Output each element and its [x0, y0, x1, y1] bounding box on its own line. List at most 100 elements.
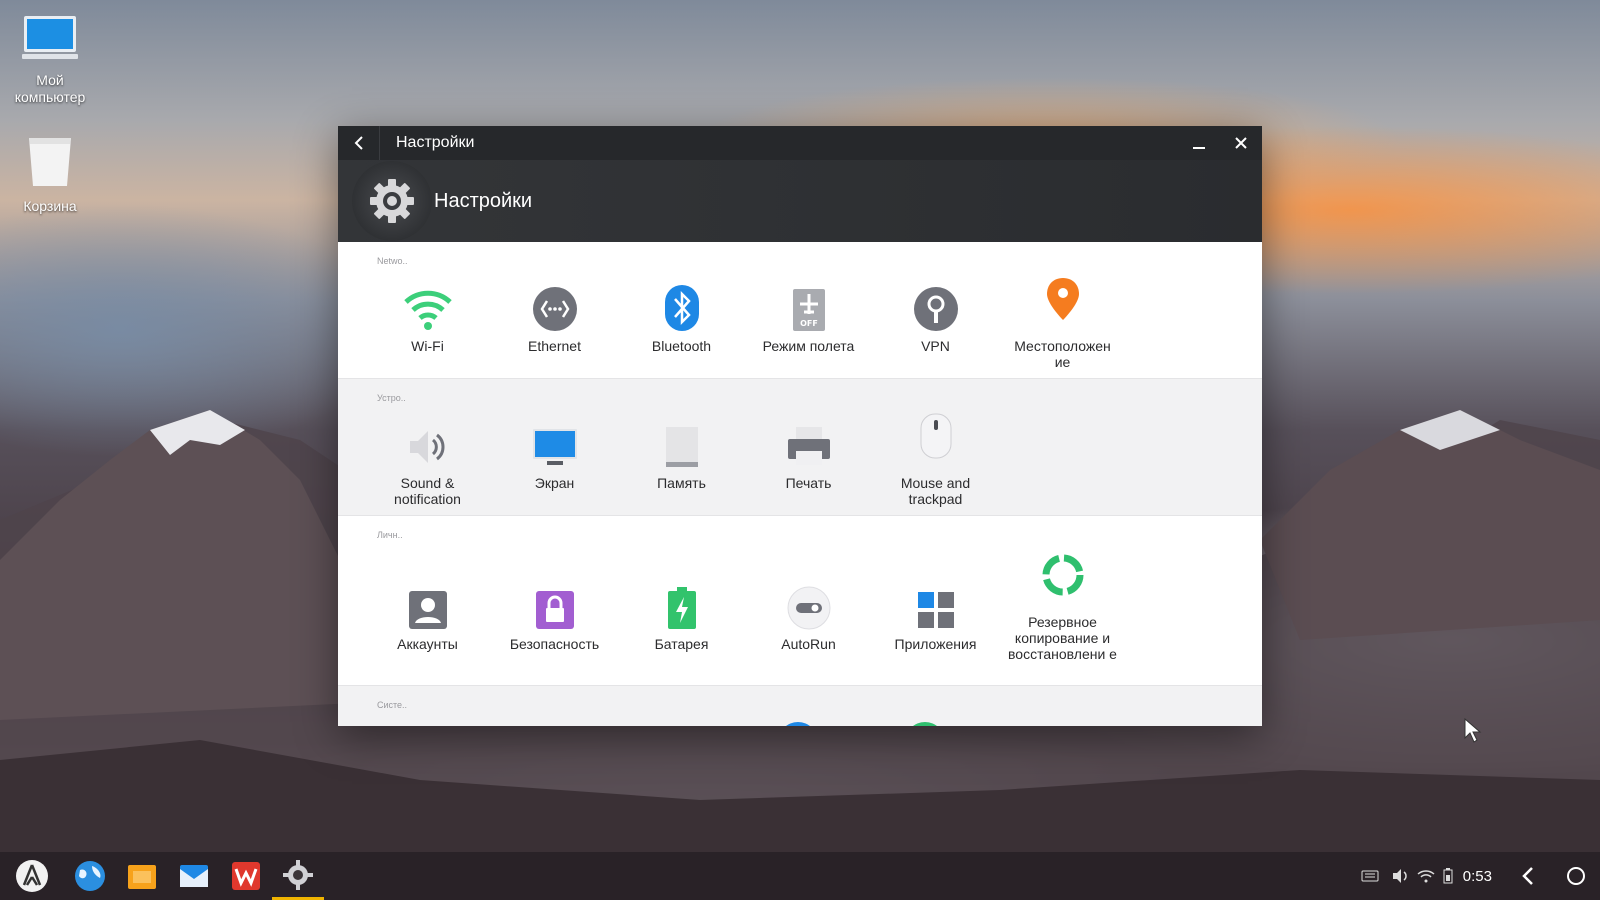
- setting-airplane-mode[interactable]: OFF Режим полета: [745, 276, 872, 370]
- section-system: Систе..: [338, 686, 1262, 726]
- setting-bluetooth[interactable]: Bluetooth: [618, 276, 745, 370]
- setting-vpn[interactable]: VPN: [872, 276, 999, 370]
- setting-security[interactable]: Безопасность: [491, 552, 618, 662]
- section-label: Систе..: [377, 700, 408, 710]
- wifi-status-icon[interactable]: [1413, 852, 1439, 900]
- section-label: Личн..: [377, 530, 403, 540]
- taskbar-file-manager[interactable]: [116, 852, 168, 900]
- setting-label: Режим полета: [762, 338, 855, 354]
- setting-sound[interactable]: Sound & notification: [364, 413, 491, 507]
- setting-storage[interactable]: Память: [618, 413, 745, 507]
- trash-bin-icon: [0, 132, 100, 192]
- setting-label: Местоположен ие: [1014, 338, 1111, 370]
- setting-label: Bluetooth: [651, 338, 712, 354]
- setting-label: Mouse and trackpad: [900, 475, 971, 507]
- monitor-icon: [527, 413, 583, 469]
- browser-globe-icon: [75, 861, 105, 891]
- start-menu-button[interactable]: [0, 852, 64, 900]
- mail-icon: [180, 865, 208, 887]
- account-icon: [400, 574, 456, 630]
- clock[interactable]: 0:53: [1463, 868, 1492, 885]
- setting-label: AutoRun: [781, 636, 836, 652]
- taskbar-wps-office[interactable]: [220, 852, 272, 900]
- setting-label: Ethernet: [528, 338, 581, 354]
- desktop-icon-trash[interactable]: Корзина: [0, 132, 100, 215]
- setting-mouse[interactable]: Mouse and trackpad: [872, 413, 999, 507]
- start-menu-icon: [16, 860, 48, 892]
- settings-window: Настройки Настройки Netwo.. Wi-Fi Ethern…: [338, 126, 1262, 726]
- setting-label: Аккаунты: [397, 636, 458, 652]
- setting-battery[interactable]: Батарея: [618, 552, 745, 662]
- window-title: Настройки: [396, 134, 475, 151]
- system-item-partial-icon: [905, 722, 945, 726]
- settings-header-title: Настройки: [434, 189, 533, 212]
- desktop-icon-my-computer[interactable]: Мой компьютер: [0, 14, 100, 106]
- setting-autorun[interactable]: AutoRun: [745, 552, 872, 662]
- toggle-icon: [781, 574, 837, 630]
- storage-icon: [654, 413, 710, 469]
- settings-gear-icon: [352, 161, 432, 241]
- nav-back-button[interactable]: [1504, 852, 1552, 900]
- chevron-left-icon: [354, 136, 363, 150]
- svg-text:OFF: OFF: [800, 319, 818, 328]
- setting-accounts[interactable]: Аккаунты: [364, 552, 491, 662]
- setting-apps[interactable]: Приложения: [872, 552, 999, 662]
- home-circle-icon: [1567, 867, 1585, 885]
- setting-label: Резервное копирование и восстановлени е: [1008, 614, 1117, 662]
- battery-status-icon[interactable]: [1439, 852, 1457, 900]
- section-network: Netwo.. Wi-Fi Ethernet Bluetooth OFF Реж…: [338, 242, 1262, 379]
- window-titlebar: Настройки: [338, 126, 1262, 160]
- setting-print[interactable]: Печать: [745, 413, 872, 507]
- settings-header: Настройки: [338, 160, 1262, 242]
- setting-wifi[interactable]: Wi-Fi: [364, 276, 491, 370]
- setting-label: Экран: [534, 475, 575, 491]
- close-button[interactable]: [1220, 126, 1262, 160]
- bluetooth-icon: [654, 276, 710, 332]
- nav-home-button[interactable]: [1552, 852, 1600, 900]
- setting-ethernet[interactable]: Ethernet: [491, 276, 618, 370]
- minimize-icon: [1193, 147, 1205, 149]
- minimize-button[interactable]: [1178, 126, 1220, 160]
- back-button[interactable]: [338, 126, 380, 160]
- taskbar-mail[interactable]: [168, 852, 220, 900]
- apps-grid-icon: [908, 574, 964, 630]
- close-icon: [1235, 137, 1247, 149]
- ethernet-icon: [527, 276, 583, 332]
- setting-label: Приложения: [894, 636, 977, 652]
- mouse-cursor-icon: [1464, 718, 1482, 743]
- setting-label: VPN: [921, 338, 950, 354]
- printer-icon: [781, 413, 837, 469]
- setting-backup[interactable]: Резервное копирование и восстановлени е: [999, 552, 1126, 662]
- settings-gear-icon: [283, 859, 313, 890]
- setting-location[interactable]: Местоположен ие: [999, 276, 1126, 370]
- mouse-icon: [908, 413, 964, 469]
- section-devices: Устро.. Sound & notification Экран Памят…: [338, 379, 1262, 516]
- airplane-mode-icon: OFF: [781, 276, 837, 332]
- setting-label: Безопасность: [509, 636, 600, 652]
- vpn-key-icon: [908, 276, 964, 332]
- section-label: Netwo..: [377, 256, 408, 266]
- setting-label: Sound & notification: [394, 475, 461, 507]
- system-tray: 0:53: [1353, 852, 1600, 900]
- battery-icon: [654, 574, 710, 630]
- file-manager-icon: [128, 865, 156, 889]
- chevron-left-icon: [1522, 867, 1533, 885]
- setting-label: Wi-Fi: [411, 338, 444, 354]
- section-label: Устро..: [377, 393, 406, 403]
- taskbar: 0:53: [0, 852, 1600, 900]
- taskbar-settings[interactable]: [272, 852, 324, 900]
- taskbar-browser[interactable]: [64, 852, 116, 900]
- backup-restore-icon: [1035, 552, 1091, 608]
- keyboard-icon[interactable]: [1353, 852, 1387, 900]
- desktop-icon-label: Корзина: [23, 198, 77, 214]
- volume-icon[interactable]: [1387, 852, 1413, 900]
- wifi-icon: [400, 276, 456, 332]
- wps-office-icon: [232, 862, 260, 890]
- location-pin-icon: [1035, 276, 1091, 332]
- system-item-partial-icon: [778, 722, 818, 726]
- speaker-icon: [400, 413, 456, 469]
- lock-icon: [527, 574, 583, 630]
- setting-display[interactable]: Экран: [491, 413, 618, 507]
- desktop-icon-label: Мой компьютер: [14, 72, 86, 105]
- setting-label: Память: [657, 475, 706, 491]
